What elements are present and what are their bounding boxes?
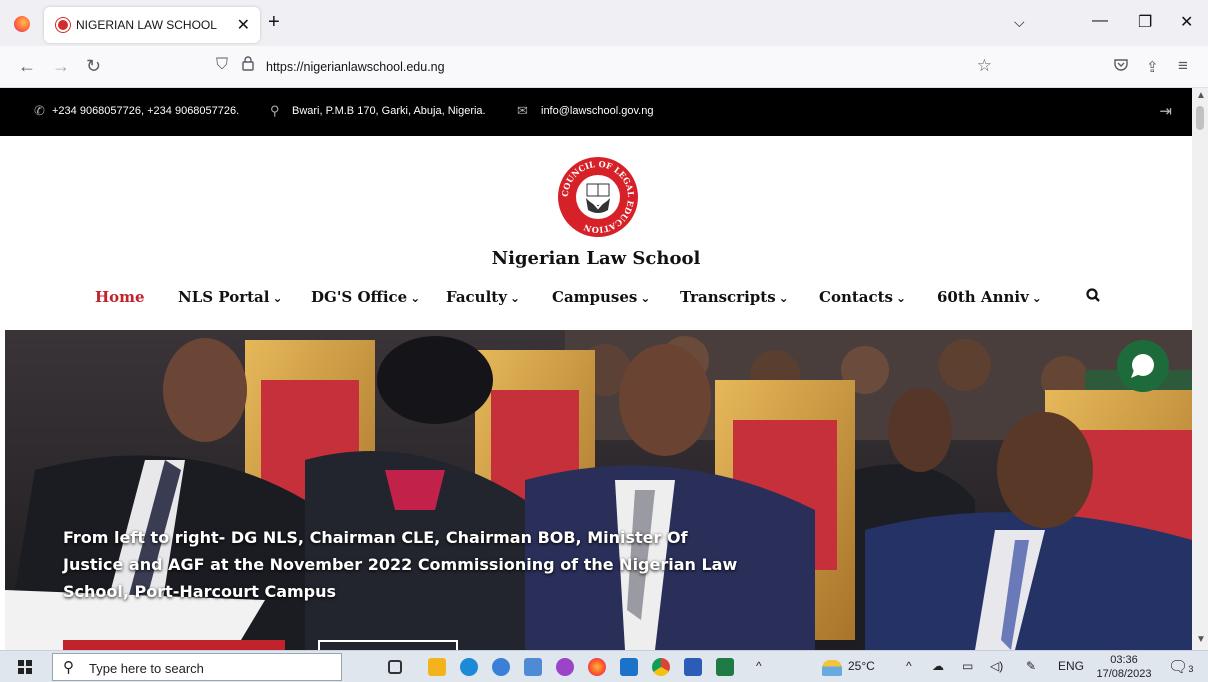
login-icon[interactable]: ⇥	[1159, 102, 1172, 120]
firefox-icon[interactable]	[14, 16, 30, 32]
lock-icon[interactable]	[242, 56, 254, 75]
windows-taskbar: ⚲ Type here to search ^ 25°C ^ ☁ ▭ ◁) ✎ …	[0, 650, 1208, 682]
menu-item-campuses[interactable]: Campuses ⌄	[552, 288, 650, 306]
site-favicon-icon	[56, 18, 70, 32]
hero-caption: From left to right- DG NLS, Chairman CLE…	[63, 528, 738, 601]
menu-item-faculty[interactable]: Faculty ⌄	[446, 288, 520, 306]
scroll-thumb[interactable]	[1196, 106, 1204, 130]
notification-center-icon[interactable]: 🗨3	[1168, 657, 1193, 677]
mail-icon[interactable]	[620, 658, 638, 676]
page-scrollbar[interactable]: ▲ ▼	[1192, 88, 1208, 650]
tab-close-icon[interactable]: ✕	[237, 15, 250, 35]
browser-app-icon[interactable]	[492, 658, 510, 676]
show-hidden-icons-chevron[interactable]: ^	[906, 659, 912, 673]
minimize-button[interactable]: —	[1092, 12, 1108, 30]
restore-button[interactable]: ❐	[1138, 12, 1152, 32]
site-header: COUNCIL OF LEGAL EDUCATION Nigerian Law …	[0, 136, 1192, 330]
weather-temperature[interactable]: 25°C	[848, 659, 875, 673]
browser-tab[interactable]: NIGERIAN LAW SCHOOL ✕	[44, 7, 260, 43]
chevron-down-icon: ⌄	[778, 291, 789, 305]
chevron-down-icon: ⌄	[509, 291, 520, 305]
excel-icon[interactable]	[716, 658, 734, 676]
weather-icon[interactable]	[822, 660, 842, 676]
bookmark-star-icon[interactable]: ☆	[977, 56, 992, 76]
tracking-shield-icon[interactable]: ⛉	[216, 56, 228, 74]
menu-item-dgs-office[interactable]: DG'S Office ⌄	[311, 288, 420, 306]
extensions-icon[interactable]: ⇪	[1146, 58, 1159, 76]
address-bar[interactable]: ⛉ https://nigerianlawschool.edu.ng ☆	[204, 52, 1004, 82]
volume-icon[interactable]: ◁)	[990, 659, 1003, 673]
chat-bubble-icon	[1131, 354, 1154, 378]
new-tab-button[interactable]: +	[268, 11, 280, 34]
clock-date: 17/08/2023	[1096, 668, 1152, 680]
reload-icon[interactable]: ↻	[86, 56, 101, 77]
taskbar-overflow-chevron-icon[interactable]: ^	[756, 659, 762, 673]
menu-item-nls-portal[interactable]: NLS Portal ⌄	[178, 288, 283, 306]
list-tabs-icon[interactable]: ⌵	[1014, 14, 1025, 31]
firefox-taskbar-icon[interactable]	[588, 658, 606, 676]
contact-email[interactable]: info@lawschool.gov.ng	[541, 105, 653, 117]
search-icon[interactable]	[1086, 288, 1100, 307]
scroll-up-icon[interactable]: ▲	[1196, 90, 1206, 101]
tab-title: NIGERIAN LAW SCHOOL	[76, 18, 217, 32]
contact-top-bar: ✆ +234 9068057726, +234 9068057726. ⚲ Bw…	[0, 88, 1192, 136]
search-icon: ⚲	[63, 659, 74, 676]
chevron-down-icon: ⌄	[272, 291, 283, 305]
app-menu-icon[interactable]: ≡	[1178, 56, 1188, 76]
chevron-down-icon: ⌄	[896, 291, 907, 305]
notification-count: 3	[1188, 664, 1194, 674]
windows-start-icon[interactable]	[18, 660, 32, 674]
taskbar-search-placeholder: Type here to search	[89, 661, 204, 676]
council-of-legal-education-logo[interactable]: COUNCIL OF LEGAL EDUCATION	[557, 156, 639, 238]
chevron-down-icon: ⌄	[640, 291, 651, 305]
chevron-down-icon: ⌄	[1031, 291, 1042, 305]
edge-icon[interactable]	[460, 658, 478, 676]
back-arrow-icon[interactable]: ←	[18, 56, 36, 77]
pocket-icon[interactable]	[1114, 58, 1128, 75]
task-view-icon[interactable]	[388, 660, 402, 674]
location-pin-icon: ⚲	[270, 103, 280, 118]
browser-nav-bar: ← → ↻ ⛉ https://nigerianlawschool.edu.ng…	[0, 46, 1208, 88]
chrome-icon[interactable]	[652, 658, 670, 676]
store-icon[interactable]	[524, 658, 542, 676]
contact-address: Bwari, P.M.B 170, Garki, Abuja, Nigeria.	[292, 105, 486, 117]
email-icon: ✉	[517, 103, 528, 118]
onedrive-icon[interactable]: ☁	[932, 659, 944, 673]
menu-item-60th-anniv[interactable]: 60th Anniv ⌄	[937, 288, 1042, 306]
clock-time: 03:36	[1110, 654, 1138, 666]
phone-icon: ✆	[34, 103, 45, 118]
menu-item-contacts[interactable]: Contacts ⌄	[819, 288, 906, 306]
network-icon[interactable]: ▭	[962, 659, 973, 673]
chevron-down-icon: ⌄	[410, 291, 421, 305]
menu-item-home[interactable]: Home	[95, 288, 145, 306]
menu-item-transcripts[interactable]: Transcripts ⌄	[680, 288, 789, 306]
pen-icon[interactable]: ✎	[1026, 659, 1036, 673]
chat-widget-button[interactable]	[1117, 340, 1169, 392]
taskbar-search-box[interactable]: ⚲ Type here to search	[52, 653, 342, 681]
app-icon[interactable]	[556, 658, 574, 676]
url-text[interactable]: https://nigerianlawschool.edu.ng	[266, 60, 445, 74]
file-explorer-icon[interactable]	[428, 658, 446, 676]
browser-tab-bar: NIGERIAN LAW SCHOOL ✕ + ⌵ — ❐ ✕	[0, 0, 1208, 46]
language-indicator[interactable]: ENG	[1058, 659, 1084, 673]
close-window-button[interactable]: ✕	[1180, 12, 1193, 32]
scroll-down-icon[interactable]: ▼	[1196, 634, 1206, 645]
word-icon[interactable]	[684, 658, 702, 676]
contact-phone[interactable]: +234 9068057726, +234 9068057726.	[52, 105, 239, 117]
forward-arrow-icon[interactable]: →	[52, 56, 70, 77]
site-title[interactable]: Nigerian Law School	[0, 248, 1192, 269]
taskbar-clock[interactable]: 03:36 17/08/2023	[1093, 653, 1155, 681]
